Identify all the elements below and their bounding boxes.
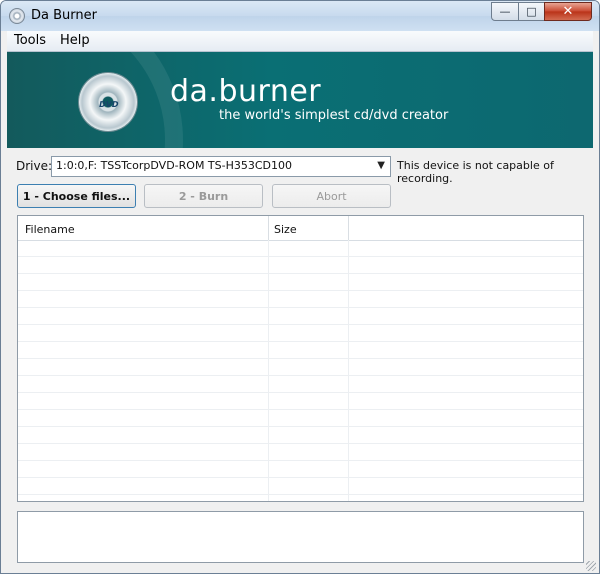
abort-button[interactable]: Abort: [272, 184, 391, 208]
maximize-button[interactable]: □: [518, 2, 545, 21]
column-header-filename[interactable]: Filename: [25, 223, 75, 236]
choose-files-button[interactable]: 1 - Choose files...: [17, 184, 136, 208]
menu-help[interactable]: Help: [53, 31, 97, 51]
column-gridline: [268, 240, 269, 501]
close-button[interactable]: ✕: [544, 2, 592, 21]
column-gridline: [348, 240, 349, 501]
device-status-text: This device is not capable of recording.: [397, 159, 554, 185]
file-list-header: Filename Size: [18, 216, 583, 241]
menu-tools[interactable]: Tools: [7, 31, 53, 51]
status-log-area: [17, 511, 584, 563]
column-divider[interactable]: [268, 216, 269, 240]
column-header-size[interactable]: Size: [274, 223, 297, 236]
title-bar[interactable]: Da Burner — □ ✕: [1, 1, 599, 31]
window-title: Da Burner: [31, 8, 97, 23]
main-window: Da Burner — □ ✕ Tools Help DVD da.burner…: [0, 0, 600, 574]
minimize-button[interactable]: —: [491, 2, 519, 21]
drive-dropdown[interactable]: 1:0:0,F: TSSTcorpDVD-ROM TS-H353CD100 ▼: [51, 156, 391, 177]
menu-bar: Tools Help: [7, 31, 593, 52]
drive-selected-value: 1:0:0,F: TSSTcorpDVD-ROM TS-H353CD100: [56, 159, 293, 172]
brand-tagline: the world's simplest cd/dvd creator: [219, 108, 449, 123]
file-list[interactable]: Filename Size: [17, 215, 584, 502]
brand-title: da.burner: [170, 74, 322, 109]
chevron-down-icon[interactable]: ▼: [377, 160, 385, 171]
burn-button[interactable]: 2 - Burn: [144, 184, 263, 208]
column-divider[interactable]: [348, 216, 349, 240]
header-banner: DVD da.burner the world's simplest cd/dv…: [7, 52, 593, 148]
drive-label: Drive:: [16, 159, 53, 173]
file-list-rows: [18, 240, 583, 501]
disc-label: DVD: [98, 100, 120, 109]
resize-grip-icon[interactable]: [586, 561, 596, 571]
disc-icon: [9, 8, 25, 24]
